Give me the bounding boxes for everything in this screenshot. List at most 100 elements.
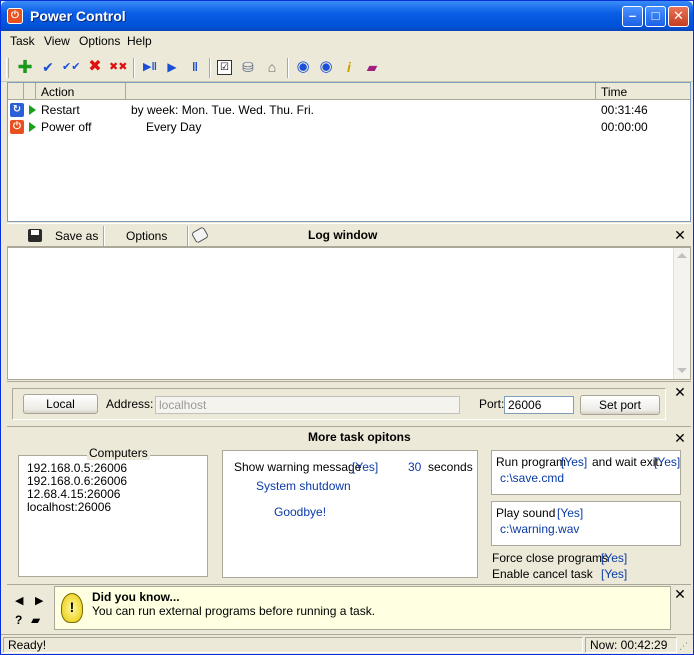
task-action: Restart [41, 103, 80, 117]
add-task-icon[interactable]: ✚ [16, 58, 34, 76]
check-icon[interactable]: ✔ [39, 58, 57, 76]
column-header-state[interactable] [24, 83, 36, 100]
maximize-button[interactable]: □ [645, 6, 666, 27]
set-port-button[interactable]: Set port [580, 395, 660, 415]
globe-right-icon[interactable]: ◉ [317, 58, 335, 76]
play-state-icon [29, 105, 36, 115]
save-as-button[interactable]: Save as [55, 229, 98, 243]
table-row[interactable]: ⏻ Power off Every Day 00:00:00 [8, 119, 690, 136]
power-off-icon: ⏻ [10, 120, 24, 134]
port-input[interactable] [504, 396, 574, 414]
warning-flag-link[interactable]: [Yes] [352, 460, 378, 474]
play-sound-flag-link[interactable]: [Yes] [557, 506, 583, 520]
task-time: 00:00:00 [601, 120, 648, 134]
title-bar[interactable]: ⏻ Power Control – □ ✕ [1, 1, 693, 31]
task-list[interactable]: Action Time ↻ Restart by week: Mon. Tue.… [7, 82, 691, 222]
task-schedule: Every Day [146, 120, 202, 134]
tip-text: You can run external programs before run… [92, 604, 376, 618]
address-input[interactable] [155, 396, 460, 414]
tip-prev-icon[interactable]: ◀ [15, 594, 23, 607]
log-scrollbar[interactable] [673, 248, 690, 379]
tip-title: Did you know... [92, 590, 180, 604]
warning-message-2[interactable]: Goodbye! [274, 505, 326, 519]
close-more-options-icon[interactable]: ✕ [673, 431, 687, 445]
computers-label: Computers [87, 446, 150, 460]
save-disk-icon[interactable] [28, 229, 42, 242]
restart-icon: ↻ [10, 103, 24, 117]
run-program-flag-link[interactable]: [Yes] [561, 455, 587, 469]
seconds-label: seconds [428, 460, 473, 474]
eraser-icon[interactable] [190, 226, 210, 244]
computers-list[interactable]: 192.168.0.5:26006 192.168.0.6:26006 12.6… [27, 462, 127, 514]
wait-exit-flag-link[interactable]: [Yes] [654, 455, 680, 469]
tip-next-icon[interactable]: ▶ [35, 594, 43, 607]
local-button[interactable]: Local [23, 394, 98, 414]
column-header-schedule[interactable] [126, 83, 596, 100]
log-window-title: Log window [308, 228, 378, 242]
menu-options[interactable]: Options [79, 34, 120, 48]
menu-help[interactable]: Help [127, 34, 152, 48]
close-log-icon[interactable]: ✕ [673, 228, 687, 242]
task-list-header: Action Time [8, 83, 690, 100]
menu-task[interactable]: Task [10, 34, 35, 48]
log-window-toolbar: Save as Options Log window ✕ [7, 223, 691, 247]
run-program-path-link[interactable]: c:\save.cmd [500, 471, 564, 485]
close-tip-icon[interactable]: ✕ [673, 587, 687, 601]
log-options-button[interactable]: Options [126, 229, 167, 243]
delete-all-icon[interactable]: ✖✖ [109, 58, 127, 76]
warning-message-1[interactable]: System shutdown [256, 479, 351, 493]
tip-box: ! Did you know... You can run external p… [54, 586, 671, 630]
pause-icon[interactable]: ‖ [186, 58, 204, 76]
status-bar: Ready! Now: 00:42:29 ⋰ [1, 634, 693, 654]
warning-group: Show warning message [Yes] 30 seconds Sy… [222, 450, 478, 578]
play-pause-icon[interactable]: ▶‖ [141, 58, 159, 76]
task-time: 00:31:46 [601, 103, 648, 117]
task-schedule: by week: Mon. Tue. Wed. Thu. Fri. [131, 103, 314, 117]
toolbar-separator [209, 58, 211, 78]
force-close-flag-link[interactable]: [Yes] [601, 551, 627, 565]
scroll-up-icon[interactable] [677, 253, 687, 258]
port-label: Port: [479, 397, 505, 411]
play-icon[interactable]: ▶ [163, 58, 181, 76]
play-sound-path-link[interactable]: c:\warning.wav [500, 522, 579, 536]
app-window: ⏻ Power Control – □ ✕ Task View Options … [0, 0, 694, 655]
book-icon[interactable]: ▰ [363, 58, 381, 76]
scroll-down-icon[interactable] [677, 368, 687, 373]
tip-panel: ◀ ▶ ? ▰ ! Did you know... You can run ex… [7, 584, 691, 633]
enable-cancel-flag-link[interactable]: [Yes] [601, 567, 627, 581]
table-row[interactable]: ↻ Restart by week: Mon. Tue. Wed. Thu. F… [8, 102, 690, 119]
column-header-time[interactable]: Time [596, 83, 690, 100]
run-program-label: Run program [496, 455, 567, 469]
play-sound-group: Play sound [Yes] c:\warning.wav [491, 501, 681, 546]
more-options-title: More task opitons [308, 430, 411, 444]
list-item[interactable]: localhost:26006 [27, 501, 127, 514]
check-all-icon[interactable]: ✔✔ [62, 58, 80, 76]
toolbar: ✚ ✔ ✔✔ ✖ ✖✖ ▶‖ ▶ ‖ ☑ ⛁ ⌂ ◉ ◉ i ▰ [1, 52, 693, 82]
globe-left-icon[interactable]: ◉ [294, 58, 312, 76]
checklist-icon[interactable]: ☑ [217, 60, 232, 75]
home-icon[interactable]: ⌂ [263, 58, 281, 76]
network-icon[interactable]: ⛁ [239, 58, 257, 76]
minimize-button[interactable]: – [622, 6, 643, 27]
connection-panel: ✕ Local Address: Port: Set port [7, 381, 691, 425]
help-icon[interactable]: ? [15, 613, 22, 627]
enable-cancel-label: Enable cancel task [492, 567, 593, 581]
toolbar-separator [287, 58, 289, 78]
power-app-icon: ⏻ [7, 8, 23, 24]
column-header-action[interactable]: Action [36, 83, 126, 100]
play-sound-label: Play sound [496, 506, 556, 520]
task-action: Power off [41, 120, 92, 134]
column-header-icon[interactable] [8, 83, 24, 100]
menu-view[interactable]: View [44, 34, 70, 48]
tips-book-icon[interactable]: ▰ [31, 613, 40, 627]
more-options-panel: More task opitons ✕ Computers 192.168.0.… [7, 426, 691, 583]
close-connection-icon[interactable]: ✕ [673, 385, 687, 399]
log-window[interactable] [7, 247, 691, 380]
delete-icon[interactable]: ✖ [86, 58, 104, 76]
resize-grip-icon[interactable]: ⋰ [679, 641, 688, 652]
info-icon[interactable]: i [340, 58, 358, 76]
play-state-icon [29, 122, 36, 132]
close-button[interactable]: ✕ [668, 6, 689, 27]
window-title: Power Control [30, 8, 126, 24]
warning-seconds-link[interactable]: 30 [408, 460, 421, 474]
